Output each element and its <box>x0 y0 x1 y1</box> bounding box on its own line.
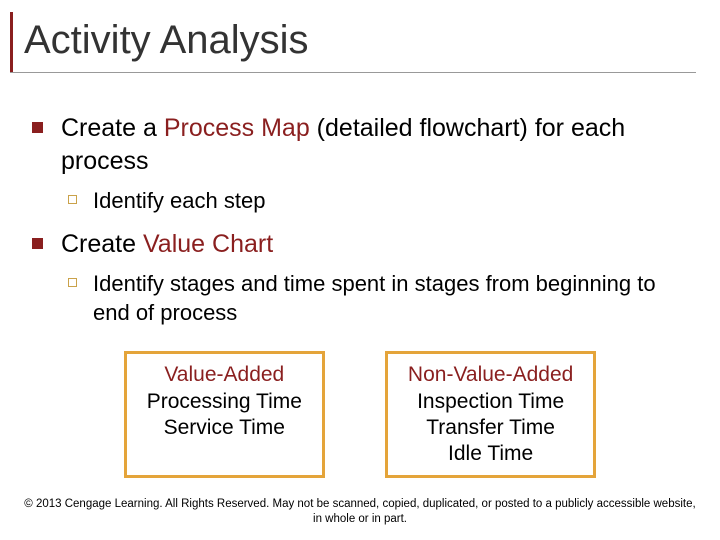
title-accent-bar <box>10 12 13 72</box>
non-value-added-line-3: Idle Time <box>408 441 573 467</box>
value-boxes-row: Value-Added Processing Time Service Time… <box>24 351 696 478</box>
slide-content: Create a Process Map (detailed flowchart… <box>24 100 696 478</box>
bullet-2: Create Value Chart <box>24 228 696 261</box>
non-value-added-box: Non-Value-Added Inspection Time Transfer… <box>385 351 596 478</box>
copyright-footer: © 2013 Cengage Learning. All Rights Rese… <box>24 497 696 526</box>
sub-bullet-1: Identify each step <box>68 187 696 216</box>
square-bullet-icon <box>32 238 43 249</box>
non-value-added-line-2: Transfer Time <box>408 415 573 441</box>
slide-title: Activity Analysis <box>24 18 700 63</box>
sub-bullet-1-text: Identify each step <box>93 187 265 216</box>
non-value-added-line-1: Inspection Time <box>408 389 573 415</box>
value-added-title: Value-Added <box>147 362 302 388</box>
square-bullet-icon <box>32 122 43 133</box>
bullet-1: Create a Process Map (detailed flowchart… <box>24 112 696 177</box>
hollow-bullet-icon <box>68 278 77 287</box>
bullet-2-prefix: Create <box>61 230 143 258</box>
bullet-2-text: Create Value Chart <box>61 228 273 261</box>
bullet-1-accent: Process Map <box>164 114 310 142</box>
sub-bullet-2: Identify stages and time spent in stages… <box>68 270 696 327</box>
title-underline <box>10 72 696 73</box>
non-value-added-title: Non-Value-Added <box>408 362 573 388</box>
bullet-1-prefix: Create a <box>61 114 164 142</box>
sub-bullet-2-text: Identify stages and time spent in stages… <box>93 270 696 327</box>
value-added-line-2: Service Time <box>147 415 302 441</box>
value-added-line-1: Processing Time <box>147 389 302 415</box>
bullet-2-accent: Value Chart <box>143 230 273 258</box>
hollow-bullet-icon <box>68 195 77 204</box>
bullet-1-text: Create a Process Map (detailed flowchart… <box>61 112 696 177</box>
value-added-box: Value-Added Processing Time Service Time <box>124 351 325 478</box>
